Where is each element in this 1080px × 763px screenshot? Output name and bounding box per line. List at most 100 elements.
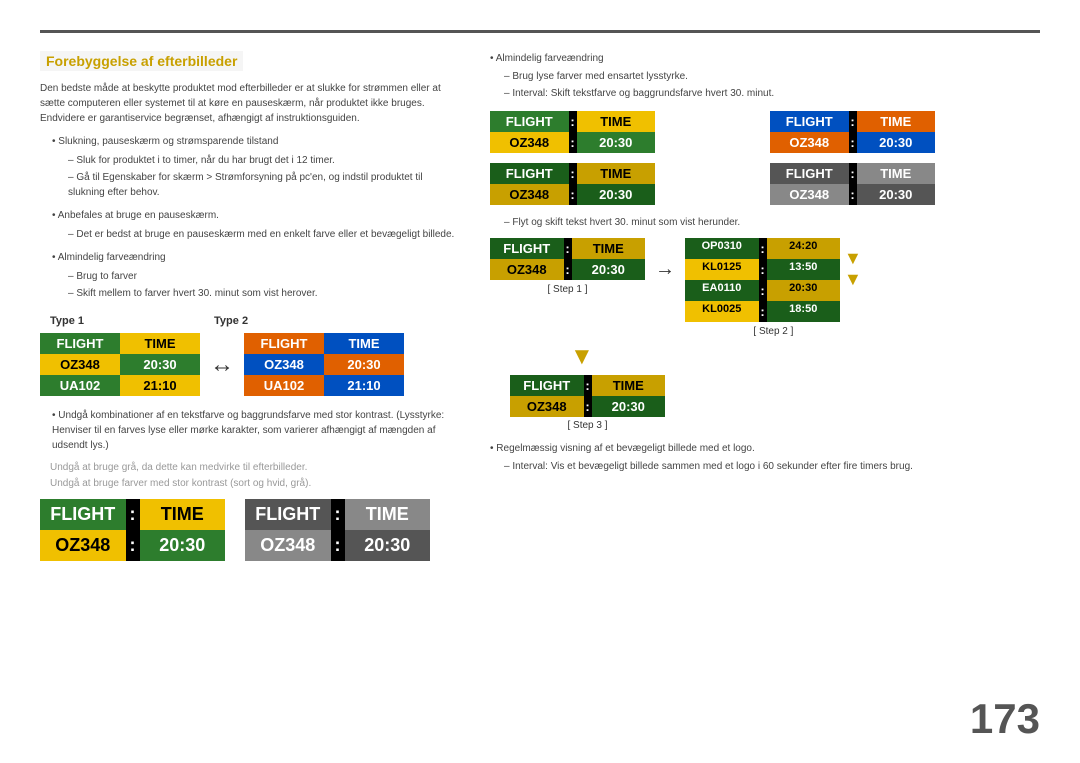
step2-with-arrows: OP0310 : 24:20 KL0125 : 13:50 EA0110 [685,238,862,322]
v1-h-time: TIME [577,111,656,132]
t2-r1-c2: 20:30 [324,354,404,375]
type1-board: FLIGHT TIME OZ348 20:30 UA102 21:10 [40,333,200,396]
large-gray-row1: OZ348 : 20:30 [245,530,430,561]
s3-r1-c2: 20:30 [592,396,666,417]
ld-r1-colon: : [126,530,140,561]
right-bullet-1: Almindelig farveændring [490,51,1040,66]
gray-text-2: Undgå at bruge farver med stor kontrast … [50,477,460,489]
step3-section: ▼ FLIGHT : TIME OZ348 : 20:30 [510,343,1040,431]
lg-h-flight: FLIGHT [245,499,331,530]
large-dark-header: FLIGHT : TIME [40,499,225,530]
s2-r2-c1: KL0125 [685,259,759,280]
step1-label: [ Step 1 ] [490,284,645,295]
v4-h-time: TIME [857,163,936,184]
step2-group: OP0310 : 24:20 KL0125 : 13:50 EA0110 [685,238,862,337]
dash-item-3-2: Skift mellem to farver hvert 30. minut s… [68,286,460,301]
final-bullet: Regelmæssig visning af et bevægeligt bil… [490,441,1040,456]
s1-r1-colon: : [564,259,572,280]
dash-item-3-1: Brug to farver [68,269,460,284]
right-dash-2: Interval: Skift tekstfarve og baggrundsf… [504,86,1040,101]
bullet-list-3: Almindelig farveændring Brug to farver S… [52,250,460,301]
lg-h-time: TIME [345,499,431,530]
s2-r1-c1: OP0310 [685,238,759,259]
swap-arrow-icon: ↔ [210,351,234,379]
large-gray-header: FLIGHT : TIME [245,499,430,530]
color-board-v1: FLIGHT : TIME OZ348 : 20:30 [490,111,655,153]
top-line [40,30,1040,33]
right-dash-1: Brug lyse farver med ensartet lysstyrke. [504,69,1040,84]
lg-r1-time: 20:30 [345,530,431,561]
s2-r3-colon: : [759,280,767,301]
gray-text-1: Undgå at bruge grå, da dette kan medvirk… [50,461,460,473]
down-arrows: ▼ ▼ [844,248,862,290]
s2-r4-c1: KL0025 [685,301,759,322]
v2-r1-colon: : [849,132,857,153]
t2-r2-c1: UA102 [244,375,324,396]
large-dark-row1: OZ348 : 20:30 [40,530,225,561]
intro-text: Den bedste måde at beskytte produktet mo… [40,81,460,126]
v4-h-colon: : [849,163,857,184]
v4-r1-colon: : [849,184,857,205]
step3-board: FLIGHT : TIME OZ348 : 20:30 [510,375,665,417]
arrow-left-right: ↔ [210,351,234,379]
v4-row1: OZ348 : 20:30 [770,184,935,205]
ld-h-flight: FLIGHT [40,499,126,530]
t1-h-flight: FLIGHT [40,333,120,354]
s2-r2-c2: 13:50 [767,259,841,280]
color-board-v2: FLIGHT : TIME OZ348 : 20:30 [770,111,935,153]
t2-h-time: TIME [324,333,404,354]
type-section: Type 1 Type 2 FLIGHT TIME OZ348 20:30 [40,315,460,396]
step1-board: FLIGHT : TIME OZ348 : 20:30 [490,238,645,280]
s1-r1-c2: 20:30 [572,259,646,280]
step3-group: FLIGHT : TIME OZ348 : 20:30 [ Step 3 ] [510,375,665,431]
t2-h-flight: FLIGHT [244,333,324,354]
steps-row: FLIGHT : TIME OZ348 : 20:30 [ Step 1 ] → [490,238,1040,337]
gray-text-span-1: Undgå at bruge grå, da dette kan medvirk… [50,462,307,473]
type2-board: FLIGHT TIME OZ348 20:30 UA102 21:10 [244,333,404,396]
type2-row2: UA102 21:10 [244,375,404,396]
lg-r1-flight: OZ348 [245,530,331,561]
s2-r3-c2: 20:30 [767,280,841,301]
step2-label: [ Step 2 ] [753,326,793,337]
s3-h-flight: FLIGHT [510,375,584,396]
s1-r1-c1: OZ348 [490,259,564,280]
step1-header: FLIGHT : TIME [490,238,645,259]
v1-header: FLIGHT : TIME [490,111,655,132]
type1-label: Type 1 [50,315,84,327]
v3-row1: OZ348 : 20:30 [490,184,655,205]
page-number: 173 [970,695,1040,743]
t1-r1-c1: OZ348 [40,354,120,375]
s1-h-colon: : [564,238,572,259]
large-board-gray: FLIGHT : TIME OZ348 : 20:30 [245,499,430,561]
color-boards-grid: FLIGHT : TIME OZ348 : 20:30 FLIGHT : [490,111,1040,205]
type1-header: FLIGHT TIME [40,333,200,354]
type1-row1: OZ348 20:30 [40,354,200,375]
content-area: Forebyggelse af efterbilleder Den bedste… [40,51,1040,743]
v4-h-flight: FLIGHT [770,163,849,184]
dash-item-1-2: Gå til Egenskaber for skærm > Strømforsy… [68,170,460,200]
type2-row1: OZ348 20:30 [244,354,404,375]
step2-scrollrow1: OP0310 : 24:20 [685,238,840,259]
s3-r1-colon: : [584,396,592,417]
t1-r2-c1: UA102 [40,375,120,396]
type2-label: Type 2 [214,315,248,327]
ld-h-colon: : [126,499,140,530]
page-container: Forebyggelse af efterbilleder Den bedste… [0,0,1080,763]
v2-r1-c1: OZ348 [770,132,849,153]
v2-h-colon: : [849,111,857,132]
ld-r1-flight: OZ348 [40,530,126,561]
s2-r1-colon: : [759,238,767,259]
lg-r1-colon: : [331,530,345,561]
v3-h-time: TIME [577,163,656,184]
step1-group: FLIGHT : TIME OZ348 : 20:30 [ Step 1 ] [490,238,645,295]
bullet-item-3: Almindelig farveændring [52,250,460,265]
scroll-dash: Flyt og skift tekst hvert 30. minut som … [504,215,1040,230]
v4-r1-c1: OZ348 [770,184,849,205]
step-arrow-right: → [655,258,675,281]
left-column: Forebyggelse af efterbilleder Den bedste… [40,51,460,743]
lg-h-colon: : [331,499,345,530]
t1-r2-c2: 21:10 [120,375,200,396]
dash-item-2-1: Det er bedst at bruge en pauseskærm med … [68,227,460,242]
step3-label: [ Step 3 ] [510,420,665,431]
s3-r1-c1: OZ348 [510,396,584,417]
